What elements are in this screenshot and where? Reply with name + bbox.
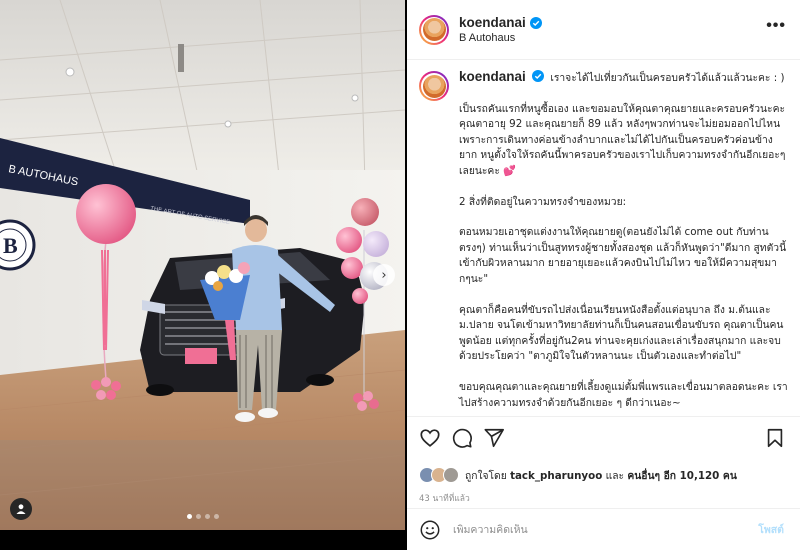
instagram-post-view: B AUTOHAUS THE ART OF AUTO SERVICE B › k… xyxy=(0,0,800,550)
caption-paragraph: คุณตาก็คือคนที่ขับรถไปส่งเนื่อนเรียนหนัง… xyxy=(459,303,784,363)
liker-avatar xyxy=(443,467,459,483)
post-photo-image: B AUTOHAUS THE ART OF AUTO SERVICE B xyxy=(0,0,405,530)
carousel-dot xyxy=(204,514,210,519)
caption-section: koendanai เราจะได้ไปเที่ยวกันเป็นครอบครั… xyxy=(407,61,800,416)
caption-first-line: เราจะได้ไปเที่ยวกันเป็นครอบครัวได้แล้วแล… xyxy=(550,72,785,84)
next-photo-button[interactable]: › xyxy=(373,264,395,286)
post-actions: ถูกใจโดย tack_pharunyoo และ คนอื่นๆ อีก … xyxy=(407,416,800,505)
carousel-dot xyxy=(195,514,201,519)
save-bookmark-icon[interactable] xyxy=(764,427,786,449)
caption-author-username[interactable]: koendanai xyxy=(459,69,526,84)
post-side-panel: koendanai B Autohaus ••• koendanai เราจะ… xyxy=(407,0,800,550)
share-send-icon[interactable] xyxy=(483,427,505,449)
liker-avatars[interactable] xyxy=(419,467,459,483)
author-username[interactable]: koendanai xyxy=(459,15,526,30)
post-comment-button[interactable]: โพสต์ xyxy=(758,521,784,538)
post-location[interactable]: B Autohaus xyxy=(459,32,542,44)
post-photo[interactable]: B AUTOHAUS THE ART OF AUTO SERVICE B › xyxy=(0,0,405,530)
likes-others-link[interactable]: คนอื่นๆ อีก 10,120 คน xyxy=(627,470,737,482)
carousel-dot xyxy=(186,514,192,519)
logo-letter: B xyxy=(3,233,18,258)
caption-paragraph: ตอนหมวยเอาชุดแต่งงานให้คุณยายดู(ตอนยังไม… xyxy=(459,226,787,285)
post-header: koendanai B Autohaus ••• xyxy=(407,0,800,60)
likes-middle: และ xyxy=(605,469,625,482)
post-timestamp[interactable]: 43 นาทีที่แล้ว xyxy=(419,491,788,505)
comment-input[interactable] xyxy=(453,523,759,536)
likes-summary[interactable]: ถูกใจโดย tack_pharunyoo และ คนอื่นๆ อีก … xyxy=(465,467,737,484)
comment-bar: โพสต์ xyxy=(407,508,800,550)
likes-user-link[interactable]: tack_pharunyoo xyxy=(510,470,602,482)
emoji-icon[interactable] xyxy=(419,519,441,541)
more-options-icon[interactable]: ••• xyxy=(766,17,786,35)
carousel-dot xyxy=(213,514,219,519)
carousel-dots xyxy=(0,514,405,519)
caption-paragraph: 2 สิ่งที่ติดอยู่ในความทรงจำของหมวย: xyxy=(459,195,627,208)
likes-prefix: ถูกใจโดย xyxy=(465,469,507,482)
caption-author-avatar[interactable] xyxy=(419,71,449,101)
like-heart-icon[interactable] xyxy=(419,427,441,449)
comment-icon[interactable] xyxy=(451,427,473,449)
author-avatar[interactable] xyxy=(419,14,449,45)
verified-badge-icon xyxy=(532,70,545,82)
verified-badge-icon xyxy=(529,16,542,29)
caption-paragraph: เป็นรถคันแรกที่หนูซื้อเอง และขอมอบให้คุณ… xyxy=(459,102,789,177)
caption-paragraph: ขอบคุณคุณตาและคุณยายที่เลี้ยงดูแม่ตั้มพี… xyxy=(459,380,788,409)
